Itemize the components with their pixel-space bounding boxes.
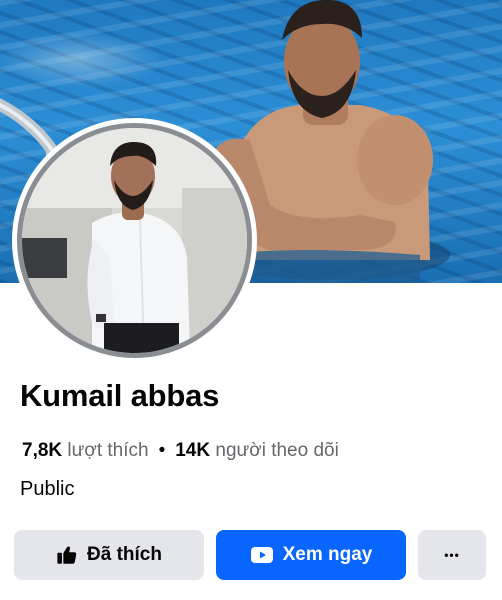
profile-picture-frame — [17, 123, 252, 358]
profile-photo-illustration — [22, 128, 247, 353]
likes-link[interactable]: 7,8K lượt thích — [22, 440, 149, 461]
liked-button-label: Đã thích — [87, 544, 162, 565]
page-category: Public — [20, 478, 75, 500]
thumbs-up-icon — [56, 544, 78, 566]
page-stats: 7,8K lượt thích • 14K người theo dõi — [22, 440, 339, 462]
liked-button[interactable]: Đã thích — [14, 530, 204, 580]
likes-label: lượt thích — [67, 440, 149, 461]
followers-count: 14K — [175, 440, 211, 461]
followers-link[interactable]: 14K người theo dõi — [175, 440, 339, 461]
play-video-icon — [250, 544, 274, 566]
profile-picture[interactable] — [12, 118, 257, 363]
likes-count: 7,8K — [22, 440, 63, 461]
stats-separator: • — [158, 440, 166, 461]
followers-label: người theo dõi — [215, 440, 339, 461]
more-options-button[interactable]: ••• — [418, 530, 486, 580]
more-horizontal-icon: ••• — [444, 548, 460, 562]
watch-now-button-label: Xem ngay — [282, 544, 373, 565]
page-title: Kumail abbas — [20, 378, 220, 413]
watch-now-button[interactable]: Xem ngay — [216, 530, 406, 580]
